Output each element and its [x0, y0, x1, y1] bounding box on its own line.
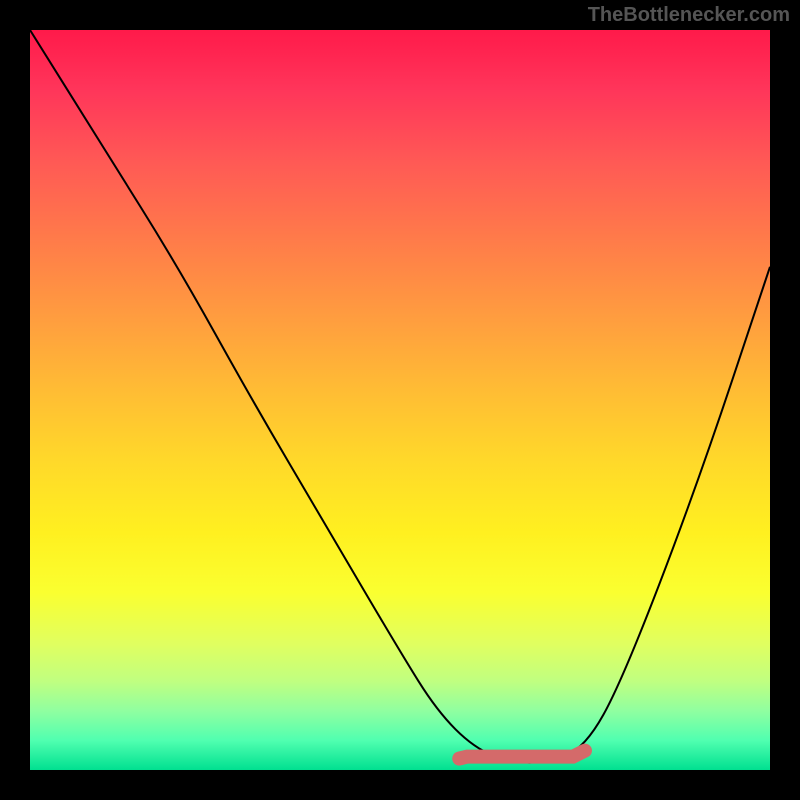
bottleneck-curve-path [30, 30, 770, 763]
plot-area [30, 30, 770, 770]
attribution-text: TheBottlenecker.com [588, 4, 790, 27]
optimal-range-marker [459, 751, 585, 759]
curve-svg [30, 30, 770, 770]
